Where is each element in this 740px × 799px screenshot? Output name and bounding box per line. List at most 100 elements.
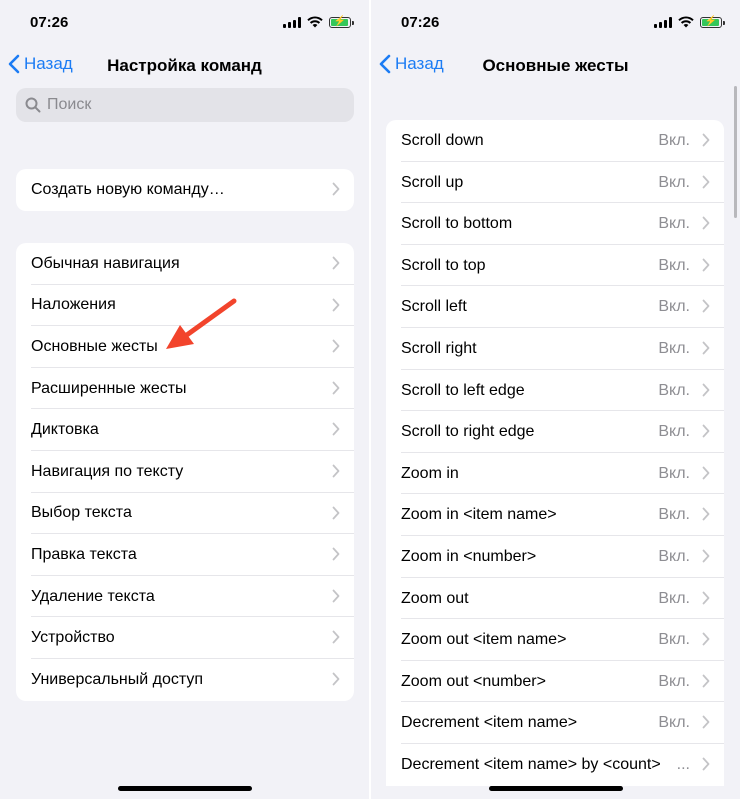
command-status: Вкл. [658,298,690,316]
command-label: Zoom in <item name> [401,506,557,524]
chevron-right-icon [332,672,340,686]
command-label: Zoom out [401,589,469,607]
right-screen: 07:26 ⚡ Назад Основные жесты Scroll down… [371,0,740,799]
command-status: Вкл. [658,132,690,149]
status-time: 07:26 [401,14,440,31]
command-label: Decrement <item name> by <count> [401,755,661,773]
command-label: Decrement <item name> [401,714,578,732]
command-label: Zoom in [401,464,459,482]
navigation-bar: Назад Настройка команд [0,48,369,84]
command-label: Scroll left [401,298,467,316]
row-label: Навигация по тексту [31,462,184,480]
create-command-group: Создать новую команду… [16,169,354,211]
chevron-right-icon [702,466,710,480]
command-item[interactable]: Scroll left Вкл. [386,286,724,328]
command-item[interactable]: Zoom in <number> Вкл. [386,536,724,578]
command-item[interactable]: Scroll right Вкл. [386,328,724,370]
command-item[interactable]: Zoom in Вкл. [386,453,724,495]
navigation-bar: Назад Основные жесты [371,48,740,84]
chevron-right-icon [702,549,710,563]
command-label: Scroll up [401,173,464,191]
chevron-right-icon [702,757,710,771]
command-item[interactable]: Scroll to right edge Вкл. [386,411,724,453]
category-item-text-deletion[interactable]: Удаление текста [16,576,354,618]
command-item[interactable]: Zoom in <item name> Вкл. [386,494,724,536]
status-bar: 07:26 ⚡ [0,0,369,44]
chevron-right-icon [332,422,340,436]
command-item[interactable]: Scroll to left edge Вкл. [386,370,724,412]
command-label: Zoom out <item name> [401,631,567,649]
command-item[interactable]: Scroll down Вкл. [386,120,724,162]
chevron-right-icon [702,216,710,230]
signal-icon [283,16,301,28]
chevron-right-icon [332,464,340,478]
chevron-right-icon [702,632,710,646]
chevron-right-icon [332,182,340,196]
home-indicator[interactable] [489,786,623,791]
command-status: Вкл. [658,631,690,649]
command-status: Вкл. [658,547,690,565]
category-item-basic-navigation[interactable]: Обычная навигация [16,243,354,285]
category-item-device[interactable]: Устройство [16,617,354,659]
scrollbar[interactable] [734,86,737,218]
command-item[interactable]: Zoom out <item name> Вкл. [386,619,724,661]
command-item[interactable]: Scroll to top Вкл. [386,245,724,287]
command-item[interactable]: Decrement <item name> Вкл. [386,702,724,744]
category-item-dictation[interactable]: Диктовка [16,409,354,451]
annotation-arrow-icon [166,298,237,349]
home-indicator[interactable] [118,786,252,791]
search-placeholder: Поиск [47,96,92,113]
chevron-right-icon [332,339,340,353]
command-item[interactable]: Scroll up Вкл. [386,162,724,204]
category-item-advanced-gestures[interactable]: Расширенные жесты [16,368,354,410]
status-bar: 07:26 ⚡ [371,0,740,44]
chevron-right-icon [702,383,710,396]
command-status: Вкл. [658,589,690,607]
chevron-right-icon [332,589,340,603]
page-title: Основные жесты [482,56,629,75]
chevron-right-icon [702,507,710,521]
row-label: Правка текста [31,545,137,563]
command-status: Вкл. [658,714,690,732]
command-list: Scroll down Вкл. Scroll up Вкл. Scroll to … [386,120,724,786]
battery-icon: ⚡ [329,16,354,28]
command-item[interactable]: Zoom out Вкл. [386,578,724,620]
command-label: Scroll to top [401,256,486,274]
search-icon [25,97,41,113]
category-item-text-editing[interactable]: Правка текста [16,534,354,576]
chevron-right-icon [332,381,340,395]
command-status: Вкл. [658,256,690,274]
command-label: Zoom in <number> [401,547,537,565]
signal-icon [654,16,672,28]
row-label: Универсальный доступ [31,670,204,688]
category-item-text-navigation[interactable]: Навигация по тексту [16,451,354,493]
row-label: Обычная навигация [31,254,180,272]
wifi-icon [307,16,323,28]
chevron-right-icon [332,506,340,519]
category-item-text-selection[interactable]: Выбор текста [16,493,354,535]
command-status: Вкл. [658,464,690,482]
chevron-right-icon [332,630,340,644]
command-status: Вкл. [658,173,690,191]
command-item[interactable]: Scroll to bottom Вкл. [386,203,724,245]
command-status: Вкл. [658,506,690,524]
chevron-right-icon [702,133,710,147]
search-input[interactable]: Поиск [16,88,354,122]
command-label: Scroll to left edge [401,381,525,399]
row-label: Удаление текста [31,587,155,605]
command-label: Zoom out <number> [401,672,546,690]
chevron-right-icon [702,175,710,188]
command-item[interactable]: Zoom out <number> Вкл. [386,661,724,703]
command-status: Вкл. [658,215,690,233]
status-time: 07:26 [30,14,69,31]
chevron-right-icon [702,715,710,729]
row-label: Устройство [31,629,115,647]
command-status: Вкл. [658,381,690,399]
category-item-accessibility[interactable]: Универсальный доступ [16,659,354,701]
battery-icon: ⚡ [700,16,725,28]
command-item[interactable]: Decrement <item name> by <count>... [386,744,724,786]
status-icons: ⚡ [283,16,354,28]
create-command-row[interactable]: Создать новую команду… [16,169,354,211]
chevron-right-icon [702,299,710,313]
command-status: Вкл. [658,339,690,357]
